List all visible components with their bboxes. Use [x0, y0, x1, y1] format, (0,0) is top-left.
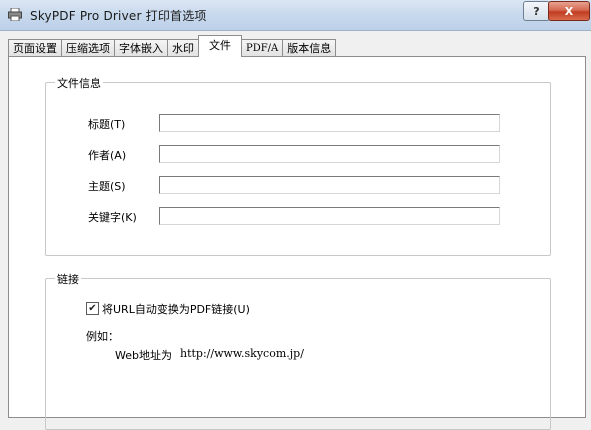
tab-watermark[interactable]: 水印	[167, 39, 199, 57]
close-icon: X	[564, 4, 574, 18]
subject-field[interactable]	[159, 176, 500, 194]
checkmark-icon: ✔	[88, 303, 97, 314]
file-info-group-title: 文件信息	[55, 75, 103, 91]
subject-label: 主题(S)	[88, 180, 126, 193]
keywords-label: 关键字(K)	[88, 211, 137, 224]
tab-pdfa[interactable]: PDF/A	[241, 39, 284, 57]
author-label: 作者(A)	[88, 149, 127, 162]
close-button[interactable]: X	[548, 1, 590, 21]
help-icon: ?	[533, 4, 540, 18]
help-button[interactable]: ?	[523, 1, 550, 21]
author-field[interactable]	[159, 145, 500, 163]
tab-page-document: 文件信息 标题(T) 作者(A) 主题(S) 关键字(K) 链接 ✔ 将URL自…	[8, 56, 586, 430]
tab-page-setup[interactable]: 页面设置	[8, 39, 62, 57]
auto-link-checkbox-label[interactable]: 将URL自动变换为PDF链接(U)	[102, 301, 250, 317]
printer-icon	[8, 8, 22, 21]
window-title: SkyPDF Pro Driver 打印首选项	[30, 9, 207, 23]
tab-strip: 页面设置 压缩选项 字体嵌入 水印 文件 PDF/A 版本信息	[8, 35, 337, 57]
links-group-title: 链接	[55, 271, 81, 287]
auto-link-checkbox[interactable]: ✔	[86, 302, 99, 315]
title-field[interactable]	[159, 114, 500, 132]
title-bar[interactable]: SkyPDF Pro Driver 打印首选项 ? X	[0, 0, 591, 31]
keywords-field[interactable]	[159, 207, 500, 225]
title-label: 标题(T)	[88, 118, 126, 131]
tab-document[interactable]: 文件	[198, 35, 242, 57]
tab-font-embedding[interactable]: 字体嵌入	[114, 39, 168, 57]
example-url: http://www.skycom.jp/	[180, 347, 304, 360]
example-label: 例如：	[86, 330, 119, 343]
file-info-group: 文件信息 标题(T) 作者(A) 主题(S) 关键字(K)	[45, 75, 551, 256]
links-group: 链接 ✔ 将URL自动变换为PDF链接(U) 例如： Web地址为 http:/…	[45, 271, 551, 430]
example-url-prefix: Web地址为	[115, 349, 172, 362]
tab-version-info[interactable]: 版本信息	[282, 39, 337, 57]
tab-compression[interactable]: 压缩选项	[61, 39, 115, 57]
